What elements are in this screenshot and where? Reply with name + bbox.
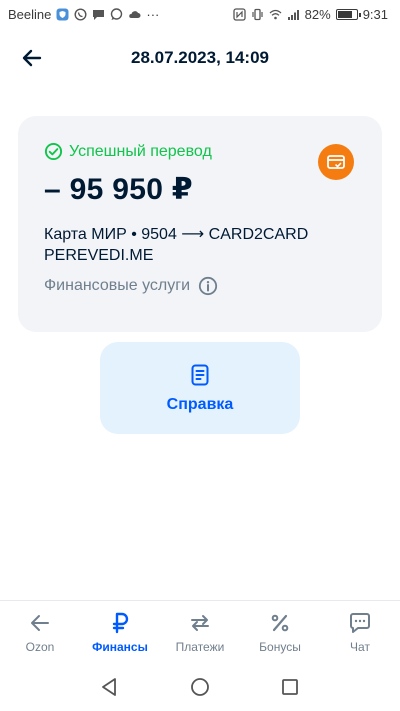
status-label: Успешный перевод	[69, 142, 212, 160]
whatsapp-icon	[110, 7, 123, 21]
status-bar: Beeline ··· 82% 9:31	[0, 0, 400, 28]
system-nav-bar	[0, 662, 400, 711]
percent-icon	[271, 614, 289, 632]
nav-item-chat[interactable]: Чат	[320, 611, 400, 654]
card-check-icon	[327, 155, 345, 169]
status-right: 82% 9:31	[233, 7, 388, 22]
nav-item-finance[interactable]: Финансы	[80, 611, 160, 654]
nav-label: Бонусы	[259, 640, 301, 654]
transfer-amount: – 95 950 ₽	[44, 173, 193, 206]
battery-percent: 82%	[304, 6, 331, 22]
system-back-icon[interactable]	[99, 676, 121, 698]
clock: 9:31	[362, 6, 388, 22]
nav-label: Платежи	[175, 640, 225, 654]
more-notifications-icon: ···	[146, 6, 160, 22]
nfc-icon	[233, 7, 246, 21]
info-icon[interactable]	[198, 276, 218, 296]
transfer-category: Финансовые услуги	[44, 276, 218, 296]
system-recents-icon[interactable]	[279, 676, 301, 698]
transfer-route: Карта МИР • 9504 ⟶ CARD2CARD PEREVEDI.ME	[44, 226, 309, 264]
transfer-arrows-icon	[191, 615, 209, 631]
ruble-icon	[112, 612, 129, 634]
bottom-nav: Ozon Финансы Платежи Бонусы Чат	[0, 600, 400, 662]
nav-label: Чат	[350, 640, 370, 654]
signal-icon	[287, 8, 300, 21]
card-category-badge	[318, 144, 354, 180]
battery-icon	[335, 8, 361, 20]
status-left: Beeline ···	[8, 7, 159, 22]
arrow-left-icon	[31, 615, 49, 631]
shield-app-icon	[56, 8, 69, 21]
transfer-status: Успешный перевод	[44, 142, 212, 161]
category-label: Финансовые услуги	[44, 277, 191, 294]
check-circle-icon	[44, 142, 63, 161]
nav-label: Ozon	[25, 640, 55, 654]
transfer-card: Успешный перевод – 95 950 ₽ Карта МИР • …	[18, 116, 382, 332]
cloud-icon	[128, 8, 141, 21]
help-button[interactable]: Справка	[100, 342, 300, 434]
arrow-left-icon	[22, 49, 42, 67]
document-icon	[191, 364, 209, 385]
back-button[interactable]	[20, 46, 44, 70]
vibrate-icon	[251, 8, 264, 21]
header: 28.07.2023, 14:09	[0, 40, 400, 76]
nav-item-payments[interactable]: Платежи	[160, 611, 240, 654]
system-home-icon[interactable]	[189, 676, 211, 698]
page-title: 28.07.2023, 14:09	[130, 48, 269, 67]
message-icon	[92, 8, 105, 21]
carrier-label: Beeline	[8, 6, 52, 22]
nav-item-ozon[interactable]: Ozon	[0, 611, 80, 654]
nav-item-bonuses[interactable]: Бонусы	[240, 611, 320, 654]
help-button-label: Справка	[166, 395, 234, 413]
chat-bubble-icon	[350, 613, 370, 633]
viber-icon	[74, 7, 87, 21]
nav-label: Финансы	[92, 640, 148, 654]
wifi-icon	[269, 8, 282, 21]
